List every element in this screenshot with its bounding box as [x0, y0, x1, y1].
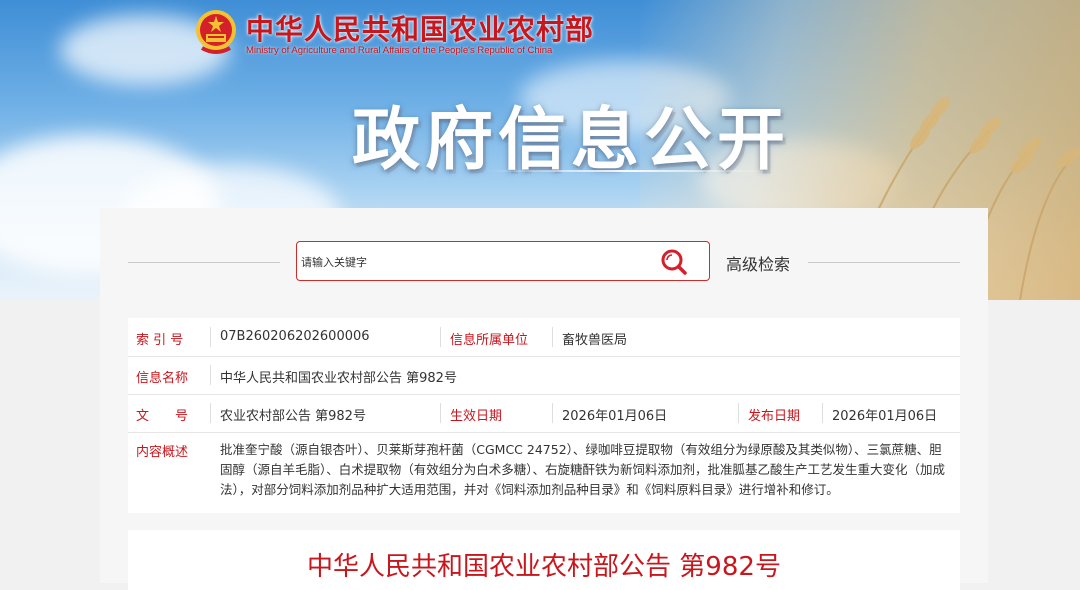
- divider: [738, 403, 739, 423]
- search-icon[interactable]: [659, 248, 689, 276]
- divider: [210, 327, 211, 347]
- divider: [128, 262, 280, 263]
- divider: [822, 403, 823, 423]
- summary-label: 内容概述: [136, 445, 189, 460]
- ministry-name-cn: 中华人民共和国农业农村部: [246, 13, 595, 46]
- info-table: 索 引 号 07B260206202600006 信息所属单位 畜牧兽医局 信息…: [128, 318, 960, 513]
- index-number-label: 索 引 号: [136, 333, 184, 348]
- org-value: 畜牧兽医局: [562, 333, 628, 348]
- search-box[interactable]: [296, 241, 710, 281]
- info-name-value: 中华人民共和国农业农村部公告 第982号: [220, 371, 457, 386]
- org-label: 信息所属单位: [450, 333, 529, 348]
- divider: [552, 327, 553, 347]
- info-row: 信息名称 中华人民共和国农业农村部公告 第982号: [128, 356, 960, 395]
- main-panel: 高级检索 索 引 号 07B260206202600006 信息所属单位 畜牧兽…: [100, 208, 988, 590]
- info-row: 内容概述 批准奎宁酸（源自银杏叶）、贝莱斯芽孢杆菌（CGMCC 24752）、绿…: [128, 432, 960, 513]
- divider: [210, 403, 211, 423]
- divider: [486, 170, 770, 172]
- doc-number-label: 文 号: [136, 409, 189, 424]
- info-name-label: 信息名称: [136, 371, 189, 386]
- divider: [440, 327, 441, 347]
- effective-date-value: 2026年01月06日: [562, 409, 668, 424]
- search-input[interactable]: [299, 250, 653, 274]
- search-bar: 高级检索: [100, 208, 988, 308]
- index-number-value: 07B260206202600006: [220, 329, 370, 344]
- divider: [808, 262, 960, 263]
- document-title: 中华人民共和国农业农村部公告 第982号: [307, 552, 781, 582]
- advanced-search-link[interactable]: 高级检索: [726, 251, 790, 275]
- publish-date-label: 发布日期: [748, 409, 801, 424]
- divider: [552, 403, 553, 423]
- national-emblem-icon: [196, 10, 236, 54]
- publish-date-value: 2026年01月06日: [832, 409, 938, 424]
- doc-number-value: 农业农村部公告 第982号: [220, 409, 366, 424]
- page-title: 政府信息公开: [352, 100, 791, 180]
- divider: [210, 365, 211, 385]
- effective-date-label: 生效日期: [450, 409, 503, 424]
- document-title-card: 中华人民共和国农业农村部公告 第982号: [128, 530, 960, 590]
- info-row: 文 号 农业农村部公告 第982号 生效日期 2026年01月06日 发布日期 …: [128, 394, 960, 433]
- divider: [440, 403, 441, 423]
- ministry-name-en: Ministry of Agriculture and Rural Affair…: [246, 45, 553, 56]
- info-row: 索 引 号 07B260206202600006 信息所属单位 畜牧兽医局: [128, 318, 960, 357]
- summary-value: 批准奎宁酸（源自银杏叶）、贝莱斯芽孢杆菌（CGMCC 24752）、绿咖啡豆提取…: [220, 442, 946, 497]
